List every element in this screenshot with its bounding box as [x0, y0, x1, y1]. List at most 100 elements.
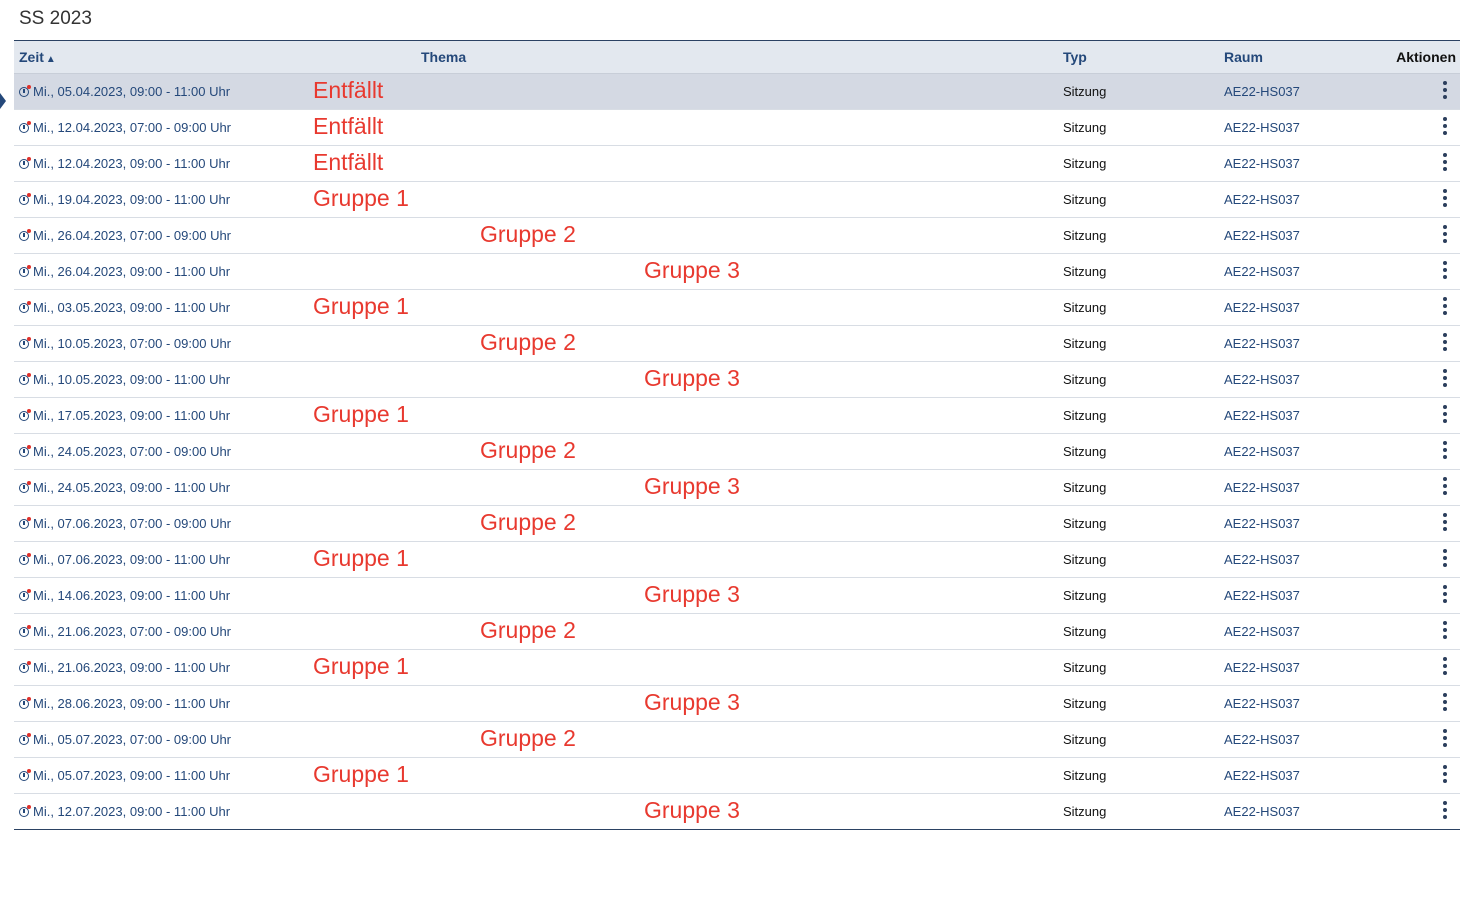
appointment-time-text[interactable]: Mi., 05.04.2023, 09:00 - 11:00 Uhr — [33, 84, 230, 99]
vertical-dots-icon[interactable] — [1442, 441, 1448, 461]
vertical-dots-icon[interactable] — [1442, 729, 1448, 749]
vertical-dots-icon[interactable] — [1442, 405, 1448, 425]
appointment-time-text[interactable]: Mi., 10.05.2023, 07:00 - 09:00 Uhr — [33, 336, 231, 351]
table-row[interactable]: Mi., 10.05.2023, 07:00 - 09:00 Uhr Gruppe… — [14, 326, 1460, 362]
table-row[interactable]: Mi., 24.05.2023, 07:00 - 09:00 Uhr Gruppe… — [14, 434, 1460, 470]
table-row[interactable]: Mi., 26.04.2023, 07:00 - 09:00 Uhr Gruppe… — [14, 218, 1460, 254]
raum-link[interactable]: AE22-HS037 — [1224, 696, 1300, 711]
appointment-time-link[interactable]: Mi., 07.06.2023, 07:00 - 09:00 Uhr — [19, 516, 231, 531]
vertical-dots-icon[interactable] — [1442, 189, 1448, 209]
appointment-time-link[interactable]: Mi., 26.04.2023, 09:00 - 11:00 Uhr — [19, 264, 230, 279]
raum-link[interactable]: AE22-HS037 — [1224, 156, 1300, 171]
appointment-time-link[interactable]: Mi., 17.05.2023, 09:00 - 11:00 Uhr — [19, 408, 230, 423]
table-row[interactable]: Mi., 12.04.2023, 07:00 - 09:00 Uhr Entfäl… — [14, 110, 1460, 146]
raum-link[interactable]: AE22-HS037 — [1224, 336, 1300, 351]
raum-link[interactable]: AE22-HS037 — [1224, 480, 1300, 495]
appointment-time-text[interactable]: Mi., 19.04.2023, 09:00 - 11:00 Uhr — [33, 192, 230, 207]
sort-ascending-icon[interactable]: ▲ — [46, 54, 56, 65]
raum-link[interactable]: AE22-HS037 — [1224, 408, 1300, 423]
column-header-zeit[interactable]: Zeit ▲ — [19, 49, 56, 65]
appointment-time-link[interactable]: Mi., 05.04.2023, 09:00 - 11:00 Uhr — [19, 84, 230, 99]
vertical-dots-icon[interactable] — [1442, 117, 1448, 137]
appointment-time-link[interactable]: Mi., 12.07.2023, 09:00 - 11:00 Uhr — [19, 804, 230, 819]
raum-link[interactable]: AE22-HS037 — [1224, 660, 1300, 675]
table-row[interactable]: Mi., 12.04.2023, 09:00 - 11:00 Uhr Entfäl… — [14, 146, 1460, 182]
column-header-raum[interactable]: Raum — [1224, 49, 1263, 65]
vertical-dots-icon[interactable] — [1442, 261, 1448, 281]
table-row[interactable]: Mi., 03.05.2023, 09:00 - 11:00 Uhr Gruppe… — [14, 290, 1460, 326]
raum-link[interactable]: AE22-HS037 — [1224, 804, 1300, 819]
appointment-time-link[interactable]: Mi., 12.04.2023, 09:00 - 11:00 Uhr — [19, 156, 230, 171]
raum-link[interactable]: AE22-HS037 — [1224, 120, 1300, 135]
raum-link[interactable]: AE22-HS037 — [1224, 732, 1300, 747]
table-row[interactable]: Mi., 12.07.2023, 09:00 - 11:00 Uhr Gruppe… — [14, 794, 1460, 829]
table-row[interactable]: Mi., 21.06.2023, 07:00 - 09:00 Uhr Gruppe… — [14, 614, 1460, 650]
appointment-time-text[interactable]: Mi., 12.04.2023, 09:00 - 11:00 Uhr — [33, 156, 230, 171]
appointment-time-link[interactable]: Mi., 14.06.2023, 09:00 - 11:00 Uhr — [19, 588, 230, 603]
appointment-time-text[interactable]: Mi., 26.04.2023, 07:00 - 09:00 Uhr — [33, 228, 231, 243]
appointment-time-link[interactable]: Mi., 07.06.2023, 09:00 - 11:00 Uhr — [19, 552, 230, 567]
table-row[interactable]: Mi., 26.04.2023, 09:00 - 11:00 Uhr Gruppe… — [14, 254, 1460, 290]
appointment-time-link[interactable]: Mi., 24.05.2023, 07:00 - 09:00 Uhr — [19, 444, 231, 459]
appointment-time-text[interactable]: Mi., 24.05.2023, 09:00 - 11:00 Uhr — [33, 480, 230, 495]
raum-link[interactable]: AE22-HS037 — [1224, 768, 1300, 783]
vertical-dots-icon[interactable] — [1442, 549, 1448, 569]
appointment-time-link[interactable]: Mi., 10.05.2023, 09:00 - 11:00 Uhr — [19, 372, 230, 387]
table-row[interactable]: Mi., 17.05.2023, 09:00 - 11:00 Uhr Gruppe… — [14, 398, 1460, 434]
appointment-time-link[interactable]: Mi., 28.06.2023, 09:00 - 11:00 Uhr — [19, 696, 230, 711]
raum-link[interactable]: AE22-HS037 — [1224, 84, 1300, 99]
raum-link[interactable]: AE22-HS037 — [1224, 552, 1300, 567]
vertical-dots-icon[interactable] — [1442, 477, 1448, 497]
vertical-dots-icon[interactable] — [1442, 693, 1448, 713]
raum-link[interactable]: AE22-HS037 — [1224, 516, 1300, 531]
appointment-time-link[interactable]: Mi., 10.05.2023, 07:00 - 09:00 Uhr — [19, 336, 231, 351]
vertical-dots-icon[interactable] — [1442, 657, 1448, 677]
table-row[interactable]: Mi., 19.04.2023, 09:00 - 11:00 Uhr Gruppe… — [14, 182, 1460, 218]
vertical-dots-icon[interactable] — [1442, 621, 1448, 641]
vertical-dots-icon[interactable] — [1442, 225, 1448, 245]
appointment-time-text[interactable]: Mi., 03.05.2023, 09:00 - 11:00 Uhr — [33, 300, 230, 315]
appointment-time-text[interactable]: Mi., 10.05.2023, 09:00 - 11:00 Uhr — [33, 372, 230, 387]
vertical-dots-icon[interactable] — [1442, 369, 1448, 389]
appointment-time-text[interactable]: Mi., 21.06.2023, 07:00 - 09:00 Uhr — [33, 624, 231, 639]
table-row[interactable]: Mi., 05.04.2023, 09:00 - 11:00 Uhr Entfäl… — [14, 74, 1460, 110]
appointment-time-link[interactable]: Mi., 03.05.2023, 09:00 - 11:00 Uhr — [19, 300, 230, 315]
appointment-time-text[interactable]: Mi., 05.07.2023, 09:00 - 11:00 Uhr — [33, 768, 230, 783]
table-row[interactable]: Mi., 21.06.2023, 09:00 - 11:00 Uhr Gruppe… — [14, 650, 1460, 686]
vertical-dots-icon[interactable] — [1442, 765, 1448, 785]
appointment-time-text[interactable]: Mi., 07.06.2023, 09:00 - 11:00 Uhr — [33, 552, 230, 567]
vertical-dots-icon[interactable] — [1442, 585, 1448, 605]
table-row[interactable]: Mi., 07.06.2023, 09:00 - 11:00 Uhr Gruppe… — [14, 542, 1460, 578]
raum-link[interactable]: AE22-HS037 — [1224, 300, 1300, 315]
raum-link[interactable]: AE22-HS037 — [1224, 624, 1300, 639]
raum-link[interactable]: AE22-HS037 — [1224, 192, 1300, 207]
table-row[interactable]: Mi., 05.07.2023, 07:00 - 09:00 Uhr Gruppe… — [14, 722, 1460, 758]
appointment-time-link[interactable]: Mi., 24.05.2023, 09:00 - 11:00 Uhr — [19, 480, 230, 495]
appointment-time-link[interactable]: Mi., 19.04.2023, 09:00 - 11:00 Uhr — [19, 192, 230, 207]
appointment-time-text[interactable]: Mi., 05.07.2023, 07:00 - 09:00 Uhr — [33, 732, 231, 747]
appointment-time-link[interactable]: Mi., 05.07.2023, 07:00 - 09:00 Uhr — [19, 732, 231, 747]
raum-link[interactable]: AE22-HS037 — [1224, 444, 1300, 459]
vertical-dots-icon[interactable] — [1442, 801, 1448, 821]
appointment-time-link[interactable]: Mi., 21.06.2023, 07:00 - 09:00 Uhr — [19, 624, 231, 639]
appointment-time-link[interactable]: Mi., 21.06.2023, 09:00 - 11:00 Uhr — [19, 660, 230, 675]
appointment-time-text[interactable]: Mi., 12.04.2023, 07:00 - 09:00 Uhr — [33, 120, 231, 135]
appointment-time-text[interactable]: Mi., 07.06.2023, 07:00 - 09:00 Uhr — [33, 516, 231, 531]
appointment-time-link[interactable]: Mi., 05.07.2023, 09:00 - 11:00 Uhr — [19, 768, 230, 783]
raum-link[interactable]: AE22-HS037 — [1224, 228, 1300, 243]
vertical-dots-icon[interactable] — [1442, 333, 1448, 353]
vertical-dots-icon[interactable] — [1442, 153, 1448, 173]
table-row[interactable]: Mi., 07.06.2023, 07:00 - 09:00 Uhr Gruppe… — [14, 506, 1460, 542]
raum-link[interactable]: AE22-HS037 — [1224, 264, 1300, 279]
column-header-typ[interactable]: Typ — [1063, 49, 1087, 65]
appointment-time-text[interactable]: Mi., 26.04.2023, 09:00 - 11:00 Uhr — [33, 264, 230, 279]
appointment-time-text[interactable]: Mi., 21.06.2023, 09:00 - 11:00 Uhr — [33, 660, 230, 675]
appointment-time-link[interactable]: Mi., 26.04.2023, 07:00 - 09:00 Uhr — [19, 228, 231, 243]
table-row[interactable]: Mi., 24.05.2023, 09:00 - 11:00 Uhr Gruppe… — [14, 470, 1460, 506]
column-header-thema[interactable]: Thema — [421, 49, 466, 65]
vertical-dots-icon[interactable] — [1442, 297, 1448, 317]
appointment-time-text[interactable]: Mi., 28.06.2023, 09:00 - 11:00 Uhr — [33, 696, 230, 711]
vertical-dots-icon[interactable] — [1442, 81, 1448, 101]
appointment-time-text[interactable]: Mi., 17.05.2023, 09:00 - 11:00 Uhr — [33, 408, 230, 423]
table-row[interactable]: Mi., 05.07.2023, 09:00 - 11:00 Uhr Gruppe… — [14, 758, 1460, 794]
